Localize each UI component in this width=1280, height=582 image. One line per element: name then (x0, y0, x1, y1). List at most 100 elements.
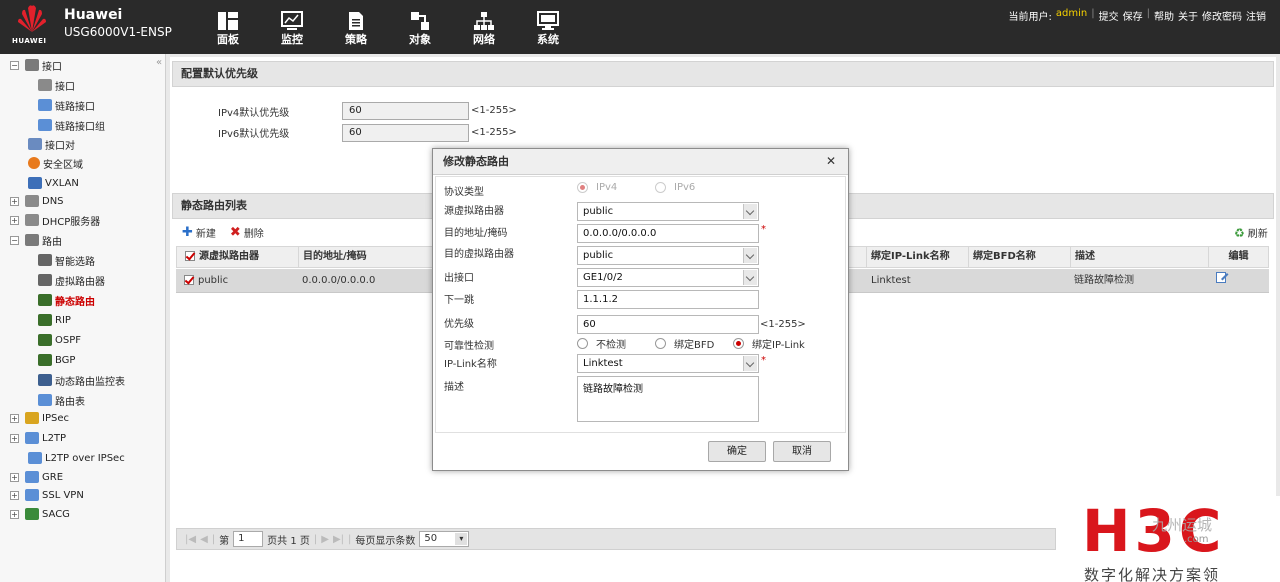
nav-dashboard[interactable]: 面板 (196, 0, 260, 54)
cancel-button[interactable]: 取消 (773, 441, 831, 462)
src-vrouter-value: public (583, 206, 614, 217)
help-link[interactable]: 帮助 (1154, 8, 1174, 23)
expand-icon[interactable]: + (10, 433, 19, 443)
src-vrouter-label: 源虚拟路由器 (444, 206, 504, 217)
sidebar-item-interface-pair[interactable]: 接口对 (28, 134, 75, 154)
sidebar-item-virtual-router[interactable]: 虚拟路由器 (38, 270, 105, 290)
last-page-icon[interactable]: ▶| (333, 534, 344, 545)
route-monitor-icon (38, 374, 52, 386)
sidebar-item-link-interface[interactable]: 链路接口 (38, 95, 95, 115)
ipv6-priority-label: IPv6默认优先级 (218, 129, 290, 140)
src-vrouter-select[interactable]: public (577, 202, 759, 221)
collapse-icon[interactable]: − (10, 235, 19, 245)
expand-icon[interactable]: + (10, 196, 19, 206)
sidebar-item-l2tp[interactable]: + L2TP (10, 428, 66, 448)
ipv4-priority-input[interactable]: 60 (342, 102, 469, 120)
security-zone-icon (28, 157, 40, 169)
bind-iplink-radio[interactable]: 绑定IP-Link (733, 336, 805, 351)
iplink-name-select[interactable]: Linktest (577, 354, 759, 373)
edit-icon (1216, 272, 1229, 283)
nav-object[interactable]: 对象 (388, 0, 452, 54)
sidebar-collapse-icon[interactable]: « (156, 57, 162, 68)
nav-network[interactable]: 网络 (452, 0, 516, 54)
first-page-icon[interactable]: |◀ (185, 534, 196, 545)
page-number-input[interactable]: 1 (233, 531, 264, 547)
sidebar-item-static-route[interactable]: 静态路由 (38, 290, 95, 310)
dest-input[interactable]: 0.0.0.0/0.0.0.0 (577, 224, 759, 243)
sidebar-item-vxlan[interactable]: VXLAN (28, 173, 79, 193)
routing-icon (25, 234, 39, 246)
collapse-icon[interactable]: − (10, 60, 19, 70)
sidebar-item-ssl-vpn[interactable]: + SSL VPN (10, 485, 84, 505)
new-button-label: 新建 (195, 229, 216, 240)
dns-icon (25, 195, 39, 207)
expand-icon[interactable]: + (10, 472, 19, 482)
sidebar-item-dynamic-route-monitor[interactable]: 动态路由监控表 (38, 370, 125, 390)
about-link[interactable]: 关于 (1178, 8, 1198, 23)
expand-icon[interactable]: + (10, 509, 19, 519)
refresh-button[interactable]: ♻ 刷新 (1234, 225, 1268, 241)
sidebar-item-ospf[interactable]: OSPF (38, 330, 81, 350)
nav-policy[interactable]: 策略 (324, 0, 388, 54)
sidebar-item-bgp[interactable]: BGP (38, 350, 75, 370)
ipv6-priority-input[interactable]: 60 (342, 124, 469, 142)
sidebar-item-dns[interactable]: + DNS (10, 191, 64, 211)
protocol-ipv4-radio[interactable]: IPv4 (577, 182, 617, 193)
per-page-select[interactable]: 50 ▾ (419, 531, 470, 547)
delete-button[interactable]: ✖ 删除 (230, 225, 264, 240)
sidebar-item-sacg[interactable]: + SACG (10, 504, 70, 524)
sidebar-item-link-interface-group[interactable]: 链路接口组 (38, 115, 105, 135)
sidebar-item-label: 虚拟路由器 (55, 276, 105, 288)
bind-bfd-radio[interactable]: 绑定BFD (655, 336, 714, 351)
sidebar-item-label: IPSec (42, 412, 69, 424)
sidebar-item-l2tp-over-ipsec[interactable]: L2TP over IPSec (28, 448, 125, 468)
sidebar-item-ipsec[interactable]: + IPSec (10, 408, 69, 428)
route-toolbar: ✚ 新建 ✖ 删除 (182, 225, 264, 240)
sidebar-item-rip[interactable]: RIP (38, 310, 71, 330)
expand-icon[interactable]: + (10, 490, 19, 500)
row-checkbox[interactable]: public (180, 271, 228, 291)
nav-system[interactable]: 系统 (516, 0, 580, 54)
save-link[interactable]: 保存 (1123, 8, 1143, 23)
close-icon[interactable]: ✕ (826, 155, 836, 167)
row-edit-button[interactable] (1212, 271, 1229, 291)
ipv6-label: IPv6 (674, 182, 696, 193)
sidebar-item-routing[interactable]: − 路由 (10, 230, 62, 250)
chevron-down-icon (743, 270, 757, 285)
next-page-icon[interactable]: ▶ (321, 534, 329, 545)
default-priority-title: 配置默认优先级 (172, 61, 1274, 87)
ipv6-priority-range: <1-255> (471, 127, 517, 138)
sidebar-item-smart-routing[interactable]: 智能选路 (38, 250, 95, 270)
sidebar-item-label: OSPF (55, 334, 82, 346)
dialog-body: 协议类型 IPv4 IPv6 源虚拟路由器 public 目的地址/掩码 0.0… (435, 176, 846, 433)
protocol-ipv6-radio[interactable]: IPv6 (655, 182, 695, 193)
link-group-icon (38, 119, 52, 131)
no-check-radio[interactable]: 不检测 (577, 336, 626, 351)
logout-link[interactable]: 注销 (1246, 8, 1266, 23)
description-textarea[interactable]: 链路故障检测 (577, 376, 759, 422)
interface-pair-icon (28, 138, 42, 150)
nav-monitor[interactable]: 监控 (260, 0, 324, 54)
select-all-checkbox[interactable]: 源虚拟路由器 (181, 247, 259, 267)
new-button[interactable]: ✚ 新建 (182, 225, 216, 240)
next-hop-input[interactable]: 1.1.1.2 (577, 290, 759, 309)
expand-icon[interactable]: + (10, 215, 19, 225)
delete-button-label: 删除 (243, 229, 264, 240)
sidebar-item-label: 接口 (42, 61, 62, 73)
sidebar-item-dhcp[interactable]: + DHCP服务器 (10, 210, 100, 230)
sidebar-item-gre[interactable]: + GRE (10, 467, 63, 487)
dst-vrouter-select[interactable]: public (577, 246, 759, 265)
out-interface-select[interactable]: GE1/0/2 (577, 268, 759, 287)
sidebar-item-route-table[interactable]: 路由表 (38, 390, 85, 410)
user-nav: 当前用户: admin | 提交 保存 | 帮助 关于 修改密码 注销 (1008, 8, 1266, 23)
sidebar-item-label: 接口对 (45, 140, 75, 152)
sidebar-item-interface-sub[interactable]: 接口 (38, 75, 75, 95)
sidebar-item-interface[interactable]: − 接口 (10, 55, 62, 75)
sidebar-item-security-zone[interactable]: 安全区域 (28, 153, 83, 173)
priority-input[interactable]: 60 (577, 315, 759, 334)
change-password-link[interactable]: 修改密码 (1202, 8, 1242, 23)
submit-link[interactable]: 提交 (1099, 8, 1119, 23)
ok-button[interactable]: 确定 (708, 441, 766, 462)
expand-icon[interactable]: + (10, 413, 19, 423)
prev-page-icon[interactable]: ◀ (200, 534, 208, 545)
